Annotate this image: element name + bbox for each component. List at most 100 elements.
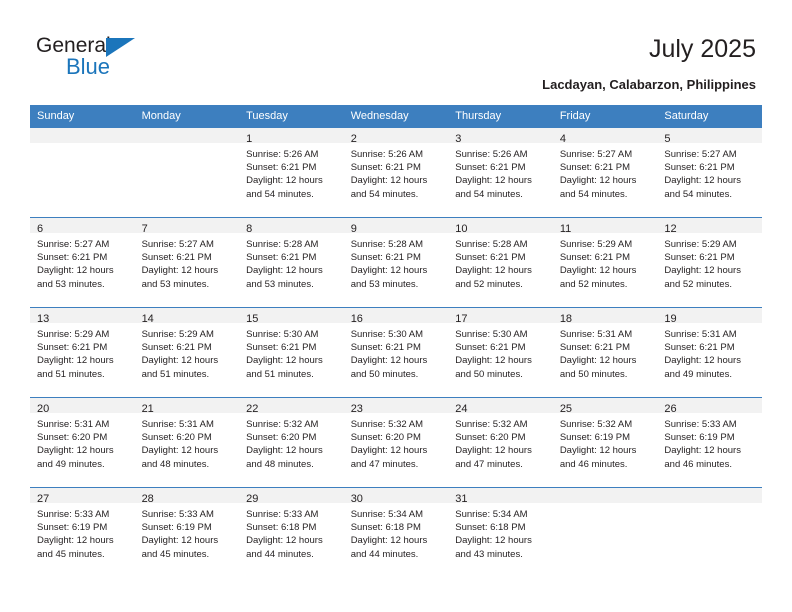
day-cell-details: Sunrise: 5:26 AM Sunset: 6:21 PM Daylight:… bbox=[448, 143, 553, 201]
calendar-page: General Blue July 2025 Lacdayan, Calabar… bbox=[0, 0, 792, 612]
day-cell-inner: 6 Sunrise: 5:27 AM Sunset: 6:21 PM Daylight… bbox=[30, 218, 135, 308]
sunset-text: Sunset: 6:18 PM bbox=[246, 522, 317, 534]
sunset-text: Sunset: 6:21 PM bbox=[664, 342, 735, 354]
calendar-day-cell[interactable]: 22 Sunrise: 5:32 AM Sunset: 6:20 PM Dayligh… bbox=[239, 397, 344, 488]
daylight-text-cont: and 50 minutes. bbox=[455, 368, 523, 380]
calendar-day-cell[interactable]: 24 Sunrise: 5:32 AM Sunset: 6:20 PM Dayligh… bbox=[448, 397, 553, 488]
daylight-text-cont: and 54 minutes. bbox=[455, 188, 523, 200]
calendar-day-cell[interactable]: 27 Sunrise: 5:33 AM Sunset: 6:19 PM Dayligh… bbox=[30, 487, 135, 572]
day-cell-details: Sunrise: 5:31 AM Sunset: 6:21 PM Daylight:… bbox=[553, 323, 658, 381]
day-cell-inner bbox=[657, 488, 762, 572]
day-number-strip: 21 bbox=[134, 398, 240, 415]
day-cell-details bbox=[30, 143, 135, 148]
daylight-text: Daylight: 12 hours bbox=[141, 535, 219, 547]
daylight-text: Daylight: 12 hours bbox=[664, 265, 741, 277]
sunrise-text: Sunrise: 5:29 AM bbox=[664, 239, 737, 250]
day-number-strip: 11 bbox=[552, 218, 658, 235]
general-blue-logo[interactable]: General Blue bbox=[36, 34, 226, 86]
daylight-text-cont: and 47 minutes. bbox=[455, 458, 523, 470]
day-cell-inner: 16 Sunrise: 5:30 AM Sunset: 6:21 PM Dayligh… bbox=[343, 308, 449, 398]
day-number: 13 bbox=[37, 313, 50, 325]
calendar-day-cell[interactable]: 23 Sunrise: 5:32 AM Sunset: 6:20 PM Dayligh… bbox=[343, 397, 449, 488]
weekday-header-thursday: Thursday bbox=[448, 105, 553, 128]
sunset-text: Sunset: 6:18 PM bbox=[350, 522, 421, 534]
calendar-day-cell[interactable]: 13 Sunrise: 5:29 AM Sunset: 6:21 PM Dayligh… bbox=[30, 307, 135, 398]
daylight-text-cont: and 52 minutes. bbox=[664, 278, 732, 290]
day-number: 20 bbox=[37, 403, 50, 415]
daylight-text: Daylight: 12 hours bbox=[37, 355, 114, 367]
calendar-grid: Sunday Monday Tuesday Wednesday Thursday… bbox=[30, 105, 762, 572]
day-number-strip: 18 bbox=[552, 308, 658, 325]
calendar-day-cell[interactable]: 30 Sunrise: 5:34 AM Sunset: 6:18 PM Dayligh… bbox=[343, 487, 449, 572]
day-cell-details: Sunrise: 5:33 AM Sunset: 6:19 PM Daylight:… bbox=[657, 413, 762, 471]
sunrise-text: Sunrise: 5:32 AM bbox=[455, 419, 528, 430]
sunset-text: Sunset: 6:20 PM bbox=[37, 432, 108, 444]
calendar-day-cell[interactable]: 11 Sunrise: 5:29 AM Sunset: 6:21 PM Dayligh… bbox=[552, 217, 658, 308]
sunrise-text: Sunrise: 5:26 AM bbox=[455, 149, 528, 160]
sunrise-text: Sunrise: 5:32 AM bbox=[559, 419, 633, 430]
day-number-strip: 9 bbox=[343, 218, 449, 235]
day-cell-inner bbox=[552, 488, 658, 572]
day-number: 19 bbox=[664, 313, 677, 325]
day-number-strip: 26 bbox=[657, 398, 762, 415]
calendar-week-row: 1 Sunrise: 5:26 AM Sunset: 6:21 PM Daylight… bbox=[30, 127, 762, 218]
sunrise-text: Sunrise: 5:33 AM bbox=[141, 509, 214, 520]
calendar-day-cell[interactable]: 20 Sunrise: 5:31 AM Sunset: 6:20 PM Dayligh… bbox=[30, 397, 135, 488]
calendar-week-row: 13 Sunrise: 5:29 AM Sunset: 6:21 PM Dayligh… bbox=[30, 307, 762, 398]
calendar-day-cell[interactable]: 12 Sunrise: 5:29 AM Sunset: 6:21 PM Dayligh… bbox=[657, 217, 762, 308]
daylight-text: Daylight: 12 hours bbox=[559, 175, 637, 187]
sunrise-text: Sunrise: 5:27 AM bbox=[37, 239, 110, 250]
calendar-day-cell[interactable]: 18 Sunrise: 5:31 AM Sunset: 6:21 PM Dayligh… bbox=[552, 307, 658, 398]
calendar-day-cell[interactable]: 8 Sunrise: 5:28 AM Sunset: 6:21 PM Daylight… bbox=[239, 217, 344, 308]
sunset-text: Sunset: 6:21 PM bbox=[559, 162, 631, 174]
sunset-text: Sunset: 6:20 PM bbox=[455, 432, 526, 444]
day-cell-inner: 8 Sunrise: 5:28 AM Sunset: 6:21 PM Daylight… bbox=[239, 218, 344, 308]
calendar-day-cell[interactable]: 7 Sunrise: 5:27 AM Sunset: 6:21 PM Daylight… bbox=[134, 217, 240, 308]
calendar-day-cell[interactable]: 29 Sunrise: 5:33 AM Sunset: 6:18 PM Dayligh… bbox=[239, 487, 344, 572]
day-number-strip: 14 bbox=[134, 308, 240, 325]
day-number-strip: 28 bbox=[134, 488, 240, 505]
calendar-day-cell[interactable]: 19 Sunrise: 5:31 AM Sunset: 6:21 PM Dayligh… bbox=[657, 307, 762, 398]
calendar-day-cell[interactable]: 10 Sunrise: 5:28 AM Sunset: 6:21 PM Dayligh… bbox=[448, 217, 553, 308]
calendar-day-cell[interactable]: 26 Sunrise: 5:33 AM Sunset: 6:19 PM Dayligh… bbox=[657, 397, 762, 488]
calendar-day-cell[interactable]: 5 Sunrise: 5:27 AM Sunset: 6:21 PM Daylight… bbox=[657, 127, 762, 218]
calendar-day-cell[interactable]: 9 Sunrise: 5:28 AM Sunset: 6:21 PM Daylight… bbox=[343, 217, 449, 308]
sunrise-text: Sunrise: 5:31 AM bbox=[664, 329, 737, 340]
day-cell-inner: 27 Sunrise: 5:33 AM Sunset: 6:19 PM Dayligh… bbox=[30, 488, 135, 572]
day-number-strip: 3 bbox=[448, 128, 553, 145]
calendar-day-cell[interactable]: 2 Sunrise: 5:26 AM Sunset: 6:21 PM Daylight… bbox=[343, 127, 449, 218]
calendar-day-cell[interactable]: 21 Sunrise: 5:31 AM Sunset: 6:20 PM Dayligh… bbox=[134, 397, 240, 488]
day-number: 24 bbox=[455, 403, 468, 415]
calendar-day-cell-empty bbox=[552, 487, 658, 572]
sunset-text: Sunset: 6:21 PM bbox=[559, 252, 631, 264]
calendar-day-cell[interactable]: 4 Sunrise: 5:27 AM Sunset: 6:21 PM Daylight… bbox=[552, 127, 658, 218]
day-number: 21 bbox=[141, 403, 154, 415]
day-cell-inner: 12 Sunrise: 5:29 AM Sunset: 6:21 PM Dayligh… bbox=[657, 218, 762, 308]
daylight-text: Daylight: 12 hours bbox=[350, 535, 428, 547]
sunset-text: Sunset: 6:21 PM bbox=[37, 342, 108, 354]
daylight-text: Daylight: 12 hours bbox=[559, 355, 637, 367]
day-number: 8 bbox=[246, 223, 253, 235]
day-cell-details bbox=[135, 143, 240, 148]
daylight-text: Daylight: 12 hours bbox=[141, 265, 219, 277]
day-number: 30 bbox=[350, 493, 363, 505]
calendar-day-cell[interactable]: 28 Sunrise: 5:33 AM Sunset: 6:19 PM Dayligh… bbox=[134, 487, 240, 572]
calendar-day-cell[interactable]: 14 Sunrise: 5:29 AM Sunset: 6:21 PM Dayligh… bbox=[134, 307, 240, 398]
daylight-text-cont: and 52 minutes. bbox=[559, 278, 628, 290]
calendar-day-cell[interactable]: 31 Sunrise: 5:34 AM Sunset: 6:18 PM Dayligh… bbox=[448, 487, 553, 572]
sunrise-text: Sunrise: 5:28 AM bbox=[350, 239, 424, 250]
calendar-day-cell[interactable]: 6 Sunrise: 5:27 AM Sunset: 6:21 PM Daylight… bbox=[30, 217, 135, 308]
day-number-strip: 7 bbox=[134, 218, 240, 235]
calendar-day-cell[interactable]: 25 Sunrise: 5:32 AM Sunset: 6:19 PM Dayligh… bbox=[552, 397, 658, 488]
calendar-day-cell[interactable]: 3 Sunrise: 5:26 AM Sunset: 6:21 PM Daylight… bbox=[448, 127, 553, 218]
calendar-week-row: 20 Sunrise: 5:31 AM Sunset: 6:20 PM Dayligh… bbox=[30, 397, 762, 488]
calendar-day-cell[interactable]: 1 Sunrise: 5:26 AM Sunset: 6:21 PM Daylight… bbox=[239, 127, 344, 218]
calendar-day-cell[interactable]: 15 Sunrise: 5:30 AM Sunset: 6:21 PM Dayligh… bbox=[239, 307, 344, 398]
calendar-day-cell[interactable]: 16 Sunrise: 5:30 AM Sunset: 6:21 PM Dayligh… bbox=[343, 307, 449, 398]
daylight-text-cont: and 53 minutes. bbox=[37, 278, 105, 290]
calendar-day-cell[interactable]: 17 Sunrise: 5:30 AM Sunset: 6:21 PM Dayligh… bbox=[448, 307, 553, 398]
daylight-text-cont: and 48 minutes. bbox=[246, 458, 314, 470]
day-number: 18 bbox=[559, 313, 573, 325]
daylight-text-cont: and 46 minutes. bbox=[559, 458, 628, 470]
sunrise-text: Sunrise: 5:28 AM bbox=[246, 239, 319, 250]
